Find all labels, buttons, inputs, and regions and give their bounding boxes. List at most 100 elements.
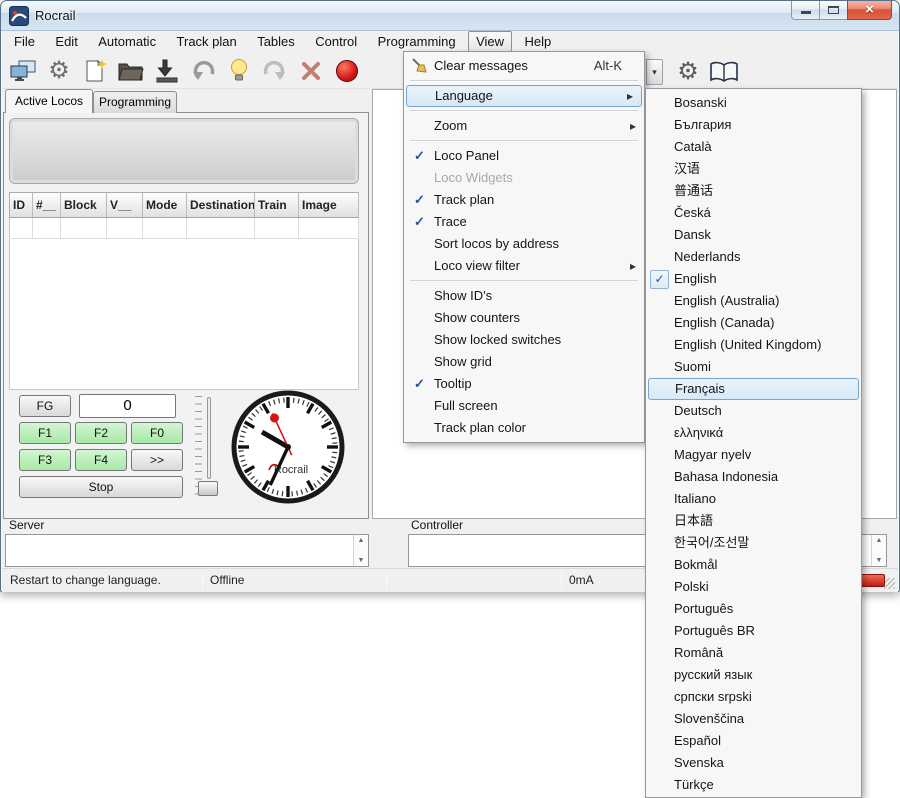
view-menu-item[interactable]: Show counters	[404, 307, 644, 329]
workspace-icon[interactable]	[6, 55, 40, 87]
maximize-button[interactable]	[820, 1, 847, 20]
tab-programming[interactable]: Programming	[93, 91, 177, 113]
language-menu-item[interactable]: English (United Kingdom)	[646, 334, 861, 356]
view-menu-item[interactable]: Loco Panel	[404, 145, 644, 167]
table-header-cell[interactable]: Block	[61, 192, 107, 218]
menubar-item[interactable]: Edit	[47, 31, 85, 52]
language-menu-item[interactable]: Bosanski	[646, 92, 861, 114]
tab-active-locos[interactable]: Active Locos	[5, 89, 93, 113]
properties-gear-icon[interactable]: ⚙	[671, 56, 705, 88]
language-menu-item[interactable]: Türkçe	[646, 774, 861, 796]
language-menu-item[interactable]: Français	[648, 378, 859, 400]
language-menu-item[interactable]: България	[646, 114, 861, 136]
open-folder-icon[interactable]	[114, 55, 148, 87]
minimize-button[interactable]	[791, 1, 820, 20]
scroll-up-icon[interactable]: ▲	[354, 537, 368, 544]
view-menu-item[interactable]: Show ID's	[404, 285, 644, 307]
menubar-item[interactable]: Track plan	[169, 31, 245, 52]
table-header-cell[interactable]: Destination	[187, 192, 255, 218]
view-menu-item[interactable]: Full screen	[404, 395, 644, 417]
combo-dropdown-icon[interactable]: ▾	[646, 59, 663, 85]
resize-grip[interactable]	[884, 578, 895, 589]
emergency-stop-icon[interactable]	[330, 55, 364, 87]
view-menu-item[interactable]: Loco view filter	[404, 255, 644, 277]
f2-button[interactable]: F2	[75, 422, 127, 444]
language-menu-item[interactable]: Português	[646, 598, 861, 620]
language-menu-item[interactable]: Magyar nyelv	[646, 444, 861, 466]
language-menu-item[interactable]: Español	[646, 730, 861, 752]
view-menu-item[interactable]: Zoom	[404, 115, 644, 137]
stop-button[interactable]: Stop	[19, 476, 183, 498]
view-menu-item[interactable]: Sort locos by address	[404, 233, 644, 255]
import-icon[interactable]	[150, 55, 184, 87]
language-menu-item[interactable]: Česká	[646, 202, 861, 224]
scroll-down-icon[interactable]: ▼	[354, 557, 368, 564]
menubar-item[interactable]: Programming	[370, 31, 464, 52]
view-menu-item[interactable]: Track plan	[404, 189, 644, 211]
language-menu-item[interactable]: Slovenščina	[646, 708, 861, 730]
language-menu-item[interactable]: Bokmål	[646, 554, 861, 576]
speed-slider[interactable]	[194, 393, 222, 505]
f0-button[interactable]: F0	[131, 422, 183, 444]
language-menu-item[interactable]: 한국어/조선말	[646, 532, 861, 554]
language-menu-item[interactable]: Polski	[646, 576, 861, 598]
language-menu-item[interactable]: ελληνικά	[646, 422, 861, 444]
disconnect-x-icon[interactable]	[294, 55, 328, 87]
loco-table-empty-row[interactable]	[9, 218, 359, 239]
view-menu-item[interactable]: Clear messages Alt-K	[404, 55, 644, 77]
language-menu-item[interactable]: Deutsch	[646, 400, 861, 422]
view-menu-item[interactable]: Tooltip	[404, 373, 644, 395]
language-menu-item[interactable]: 日本語	[646, 510, 861, 532]
server-log[interactable]: ▲ ▼	[5, 534, 369, 567]
slider-thumb[interactable]	[198, 481, 218, 496]
view-menu-item[interactable]: Show grid	[404, 351, 644, 373]
controller-log-scrollbar[interactable]: ▲ ▼	[871, 535, 886, 566]
menubar-item[interactable]: Tables	[249, 31, 303, 52]
table-header-cell[interactable]: ID	[9, 192, 33, 218]
table-header-cell[interactable]: Image	[299, 192, 359, 218]
language-menu-item[interactable]: English (Canada)	[646, 312, 861, 334]
language-menu-item[interactable]: српски srpski	[646, 686, 861, 708]
power-lamp-icon[interactable]	[222, 55, 256, 87]
language-menu-item[interactable]: Suomi	[646, 356, 861, 378]
fg-button[interactable]: FG	[19, 395, 71, 417]
server-log-scrollbar[interactable]: ▲ ▼	[353, 535, 368, 566]
menubar-item[interactable]: Control	[307, 31, 365, 52]
f1-button[interactable]: F1	[19, 422, 71, 444]
language-menu-item[interactable]: русский язык	[646, 664, 861, 686]
loco-table-body[interactable]	[9, 239, 359, 390]
language-menu-item[interactable]: Català	[646, 136, 861, 158]
table-header-cell[interactable]: #__	[33, 192, 61, 218]
menubar-item[interactable]: Automatic	[90, 31, 164, 52]
language-menu-item[interactable]: Svenska	[646, 752, 861, 774]
language-menu-item[interactable]: Română	[646, 642, 861, 664]
table-header-cell[interactable]: Train	[255, 192, 299, 218]
settings-gear-icon[interactable]: ⚙	[42, 55, 76, 87]
close-button[interactable]: ×	[847, 1, 892, 20]
scroll-down-icon[interactable]: ▼	[872, 557, 886, 564]
more-functions-button[interactable]: >>	[131, 449, 183, 471]
table-header-cell[interactable]: Mode	[143, 192, 187, 218]
language-menu-item[interactable]: 普通话	[646, 180, 861, 202]
book-icon[interactable]	[707, 56, 741, 88]
menubar-item[interactable]: File	[6, 31, 43, 52]
language-menu-item[interactable]: English (Australia)	[646, 290, 861, 312]
language-menu-item[interactable]: Nederlands	[646, 246, 861, 268]
language-menu-item[interactable]: 汉语	[646, 158, 861, 180]
menubar-item[interactable]: Help	[517, 31, 560, 52]
new-file-icon[interactable]	[78, 55, 112, 87]
table-header-cell[interactable]: V__	[107, 192, 143, 218]
view-menu-item[interactable]: Language	[406, 85, 642, 107]
scroll-up-icon[interactable]: ▲	[872, 537, 886, 544]
view-menu-item[interactable]: Show locked switches	[404, 329, 644, 351]
view-menu-item[interactable]: Trace	[404, 211, 644, 233]
undo-icon[interactable]	[186, 55, 220, 87]
menubar-item[interactable]: View	[468, 31, 512, 52]
language-menu-item[interactable]: Bahasa Indonesia	[646, 466, 861, 488]
language-menu-item[interactable]: Italiano	[646, 488, 861, 510]
language-menu-item[interactable]: English	[646, 268, 861, 290]
redo-icon[interactable]	[258, 55, 292, 87]
language-menu-item[interactable]: Português BR	[646, 620, 861, 642]
titlebar[interactable]: Rocrail ×	[1, 1, 899, 31]
view-menu-item[interactable]: Track plan color	[404, 417, 644, 439]
